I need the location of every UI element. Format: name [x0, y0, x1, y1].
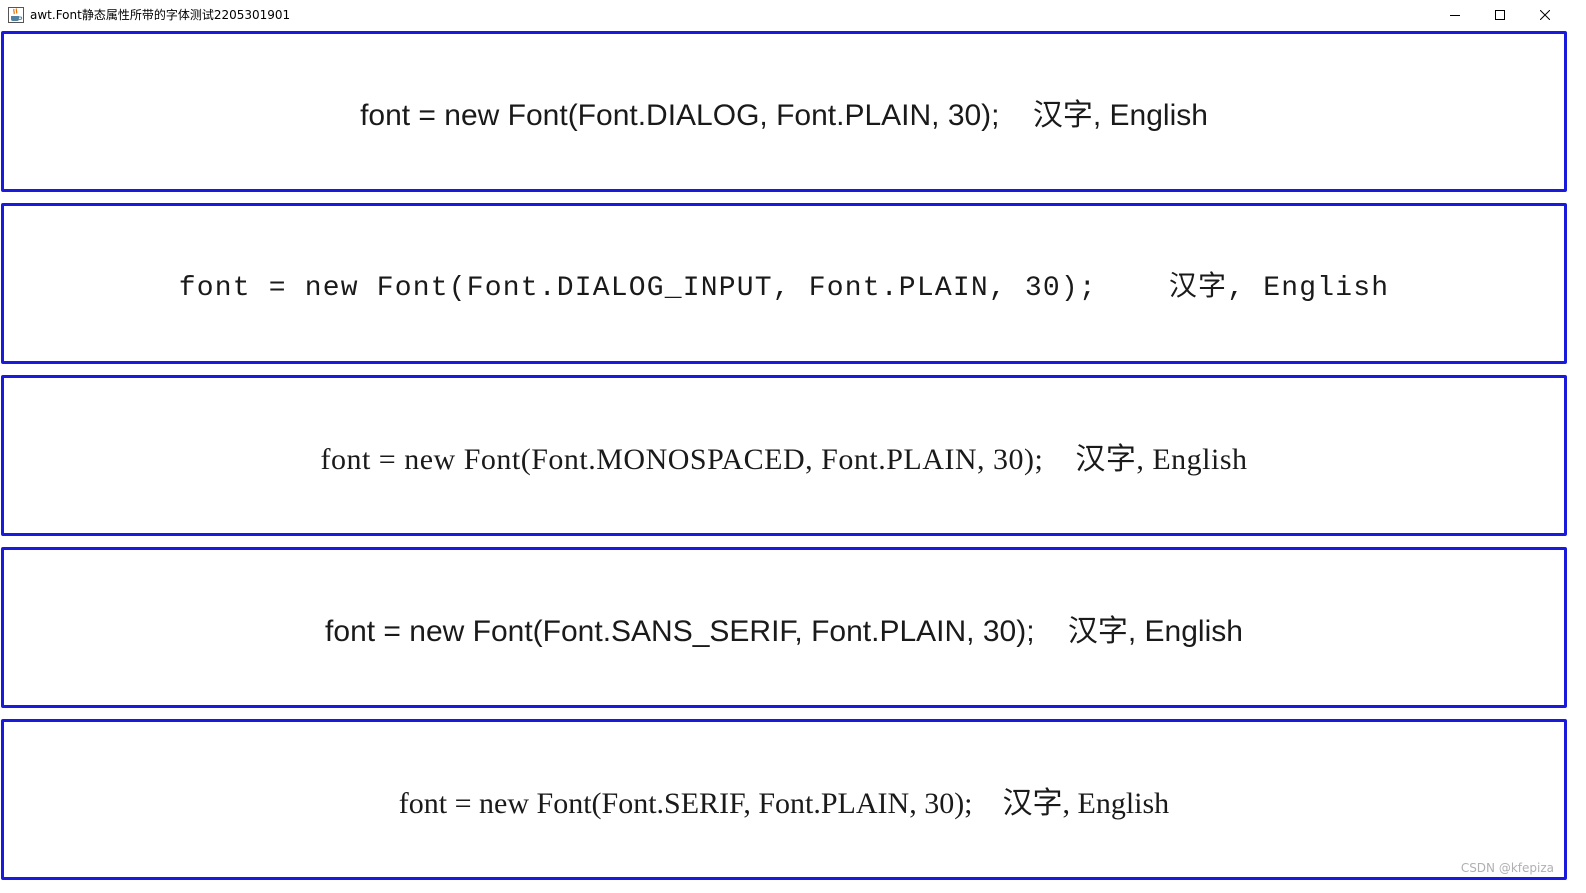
minimize-button[interactable] [1432, 0, 1478, 30]
font-panel-dialog-input: font = new Font(Font.DIALOG_INPUT, Font.… [1, 203, 1567, 364]
window-content: font = new Font(Font.DIALOG, Font.PLAIN,… [0, 30, 1586, 893]
font-panel-dialog: font = new Font(Font.DIALOG, Font.PLAIN,… [1, 31, 1567, 192]
watermark: CSDN @kfepiza [1460, 861, 1554, 875]
font-sample-dialog: font = new Font(Font.DIALOG, Font.PLAIN,… [360, 98, 1208, 132]
maximize-button[interactable] [1477, 0, 1523, 30]
java-cup-icon[interactable] [8, 7, 24, 23]
window-title: awt.Font静态属性所带的字体测试2205301901 [30, 8, 291, 22]
font-panel-serif: font = new Font(Font.SERIF, Font.PLAIN, … [1, 719, 1567, 880]
font-sample-sans-serif: font = new Font(Font.SANS_SERIF, Font.PL… [325, 614, 1243, 648]
maximize-icon [1495, 10, 1505, 20]
font-sample-monospaced: font = new Font(Font.MONOSPACED, Font.PL… [320, 442, 1248, 476]
font-sample-serif: font = new Font(Font.SERIF, Font.PLAIN, … [398, 786, 1170, 820]
close-icon [1540, 10, 1550, 20]
minimize-icon [1450, 10, 1460, 20]
font-sample-dialog-input: font = new Font(Font.DIALOG_INPUT, Font.… [178, 272, 1390, 304]
font-panel-sans-serif: font = new Font(Font.SANS_SERIF, Font.PL… [1, 547, 1567, 708]
font-panel-monospaced: font = new Font(Font.MONOSPACED, Font.PL… [1, 375, 1567, 536]
close-button[interactable] [1522, 0, 1568, 30]
title-bar: awt.Font静态属性所带的字体测试2205301901 [0, 0, 1586, 30]
